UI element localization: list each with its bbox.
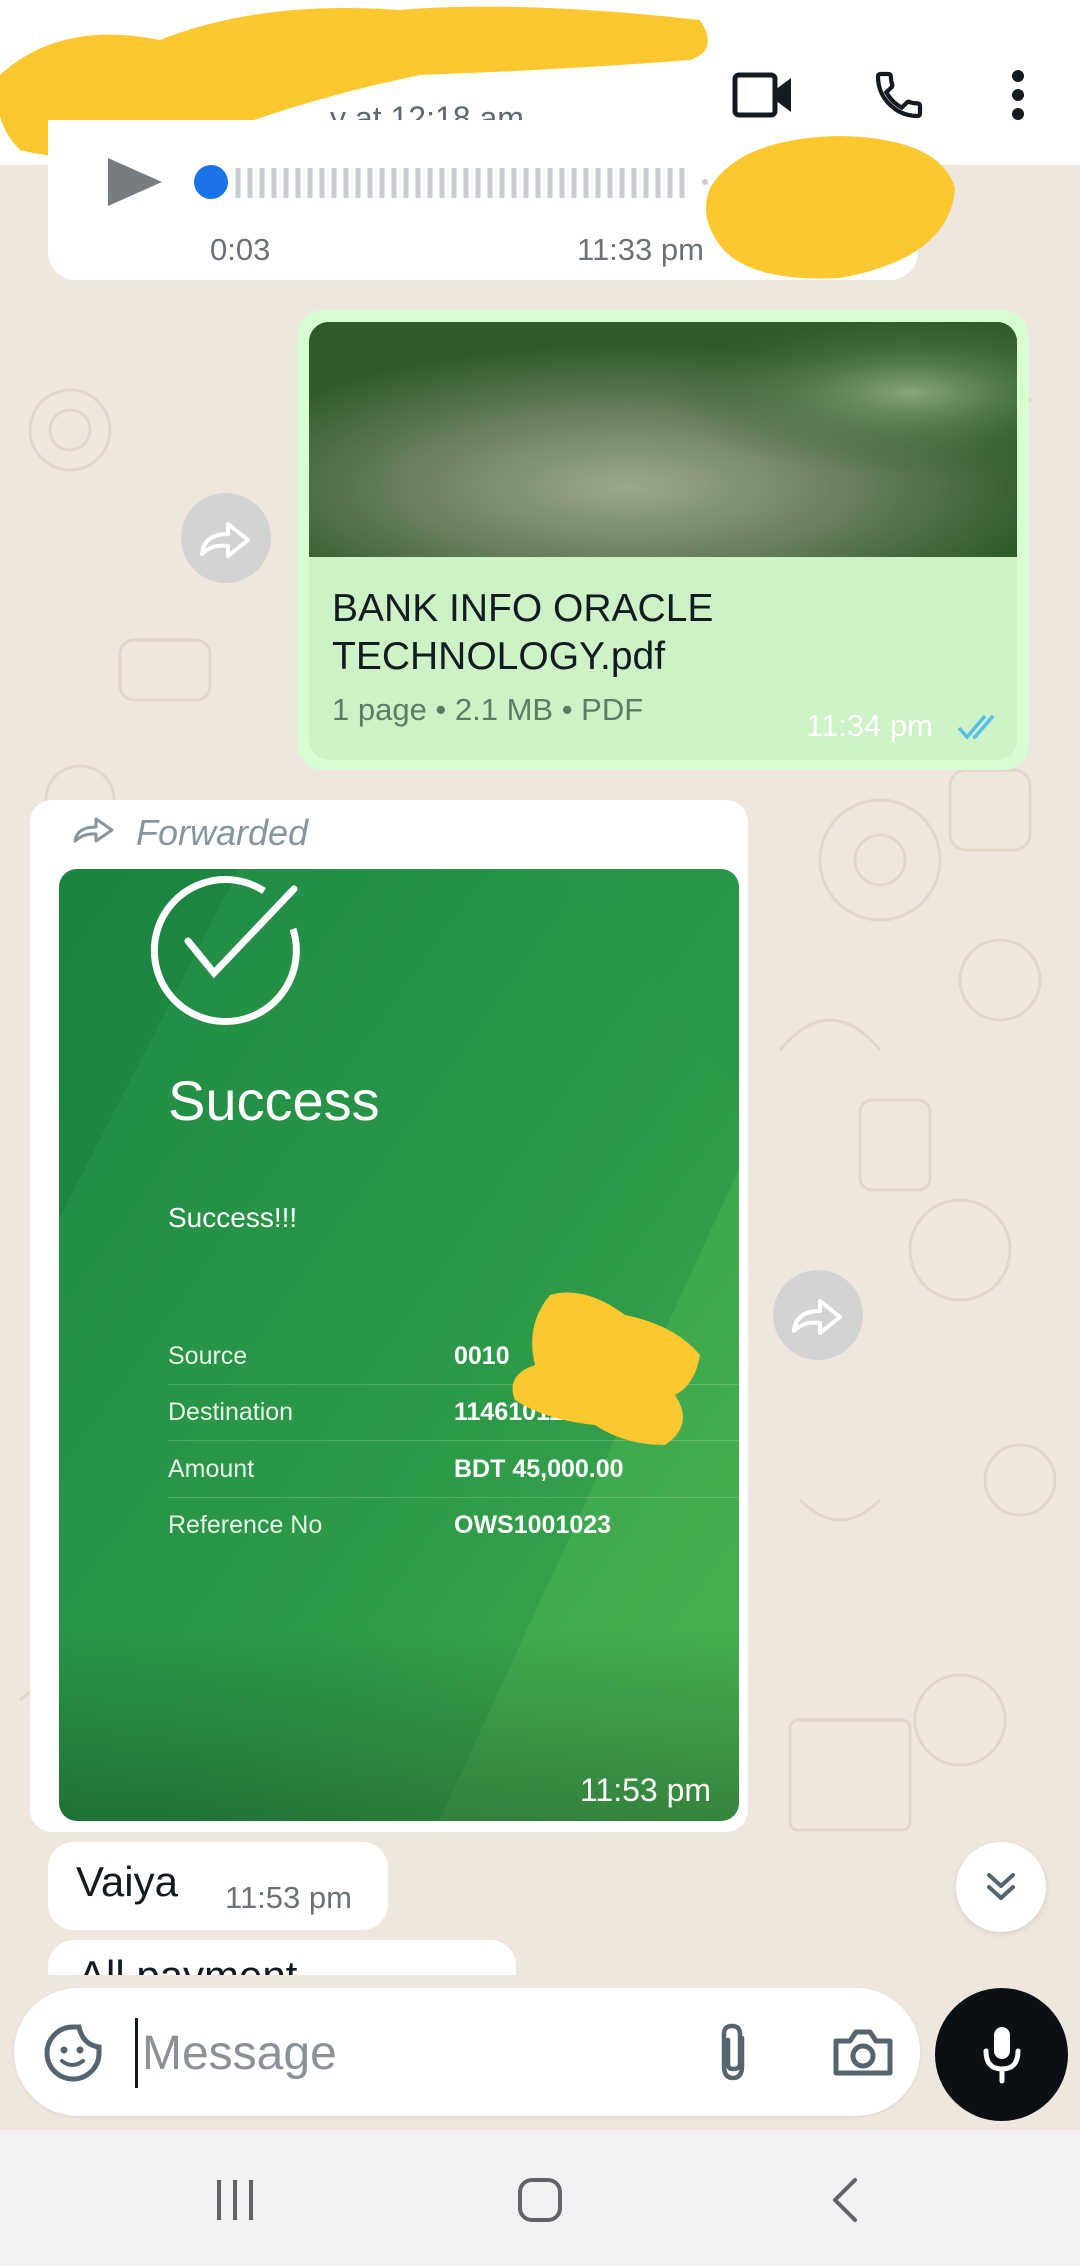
scroll-to-bottom-button[interactable] (956, 1842, 1046, 1932)
sticker-icon[interactable] (38, 2018, 108, 2088)
success-check-icon (150, 876, 300, 1026)
receipt-row-label: Source (168, 1342, 248, 1370)
receipt-row-value: 0010 (454, 1342, 510, 1370)
message-text: Vaiya (76, 1858, 178, 1905)
receipt-row-value: BDT 45,000.00 (454, 1455, 624, 1483)
microphone-icon (983, 2026, 1020, 2083)
image-timestamp: 11:53 pm (580, 1772, 712, 1808)
forwarded-icon (73, 817, 114, 843)
more-options-icon[interactable] (978, 55, 1058, 135)
audio-duration: 0:03 (210, 232, 271, 267)
forwarded-label: Forwarded (136, 812, 309, 853)
redaction-scribble (706, 136, 955, 279)
double-chevron-down-icon (987, 1873, 1015, 1900)
recent-apps-icon[interactable] (205, 2168, 265, 2232)
pdf-file-name: BANK INFO ORACLE TECHNOLOGY.pdf (332, 587, 714, 678)
receipt-title: Success (168, 1069, 380, 1132)
pdf-file-meta: 1 page • 2.1 MB • PDF (332, 692, 644, 727)
camera-icon[interactable] (826, 2018, 900, 2088)
forward-button[interactable] (773, 1270, 863, 1360)
redaction-scribble (512, 1292, 700, 1445)
read-receipt-icon (957, 714, 995, 740)
receipt-row-label: Reference No (168, 1511, 323, 1539)
message-input[interactable] (135, 2018, 682, 2088)
receipt-row-divider (168, 1497, 739, 1498)
voice-record-button[interactable] (935, 1988, 1068, 2121)
receipt-row-label: Amount (168, 1455, 255, 1483)
play-icon[interactable] (100, 152, 168, 217)
receipt-row-label: Destination (168, 1398, 294, 1426)
audio-waveform[interactable] (190, 160, 720, 210)
back-icon[interactable] (815, 2168, 875, 2232)
pdf-preview-thumbnail[interactable] (309, 322, 1017, 557)
pdf-timestamp: 11:34 pm (806, 708, 933, 743)
forward-button[interactable] (181, 493, 271, 583)
receipt-subtitle: Success!!! (168, 1202, 298, 1233)
message-timestamp: 11:53 pm (225, 1880, 352, 1915)
receipt-row-value: OWS1001023 (454, 1511, 612, 1539)
home-icon[interactable] (505, 2168, 575, 2232)
attach-icon[interactable] (700, 2018, 766, 2088)
audio-timestamp: 11:33 pm (577, 232, 704, 267)
